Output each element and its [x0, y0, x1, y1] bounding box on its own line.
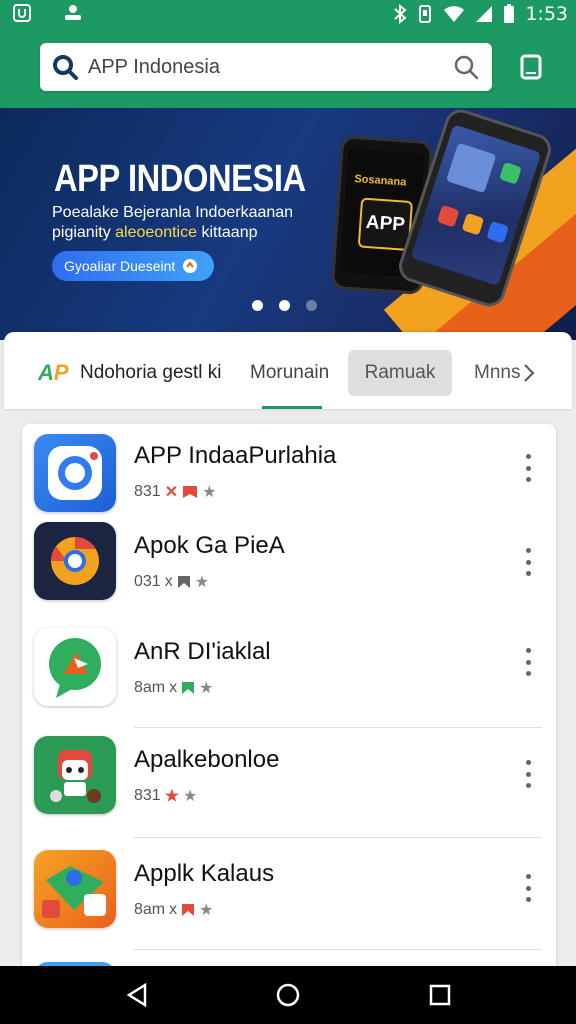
phone-screen-photo — [446, 142, 497, 194]
app-rating-count: 031 — [134, 573, 161, 590]
app-name: Applk Kalaus — [134, 860, 275, 887]
tab-morunain[interactable]: Morunain — [250, 362, 329, 384]
app-name: Apalkebonloe — [134, 746, 280, 773]
close-icon: ✕ — [164, 484, 179, 501]
chat-app-icon — [34, 628, 116, 706]
star-icon: ★ — [199, 680, 214, 697]
flag-icon — [183, 486, 198, 498]
app-name: AnR DI'iaklal — [134, 638, 271, 665]
hand-pointer-icon — [183, 259, 198, 273]
app-rating-count: 8am — [134, 679, 166, 696]
overflow-menu-icon[interactable] — [524, 548, 532, 576]
tab-more[interactable]: Mnns — [474, 362, 536, 384]
app-name: APP IndaaPurlahia — [134, 442, 337, 469]
banner-subtitle-2: pigianity aleoeontice kittaanp — [52, 224, 258, 242]
search-icon — [53, 55, 78, 80]
phone-app-tile — [486, 220, 509, 244]
phone-app-tile — [461, 212, 485, 236]
search-query: APP Indonesia — [88, 55, 220, 78]
phone-app-tile — [499, 161, 522, 185]
home-icon[interactable] — [275, 982, 301, 1008]
tab-more-label: Mnns — [474, 362, 521, 383]
carousel-dot-active[interactable] — [279, 300, 290, 311]
app-meta: 031 x ★ — [134, 572, 209, 592]
banner-phone-brand: Sosanana — [354, 173, 407, 189]
download-notification-icon — [65, 5, 81, 20]
app-rating-count: 831 — [134, 483, 161, 500]
wifi-icon — [444, 6, 465, 22]
flag-icon — [182, 904, 195, 916]
banner-subtitle-prefix: pigianity — [52, 224, 111, 241]
camera-app-icon — [34, 434, 116, 512]
list-item[interactable]: Apalkebonloe 831 ★ ★ — [22, 728, 556, 838]
battery-icon — [504, 4, 515, 23]
banner-cta-button[interactable]: Gyoaliar Dueseint — [52, 251, 214, 281]
search-submit-icon[interactable] — [452, 53, 480, 81]
star-icon: ★ — [194, 574, 210, 591]
divider — [134, 949, 542, 950]
star-icon: ★ — [199, 902, 214, 919]
recents-icon[interactable] — [427, 982, 453, 1008]
system-nav-bar — [0, 966, 576, 1024]
star-red-icon: ★ — [164, 788, 180, 805]
logo-letter-a: A — [38, 360, 54, 385]
bookmark-icon — [182, 682, 195, 694]
app-meta: 8am x ★ — [134, 900, 213, 920]
bookmark-icon — [177, 576, 190, 588]
banner-cta-label: Gyoaliar Dueseint — [64, 258, 176, 274]
status-bar: 1:53 — [0, 0, 576, 28]
overflow-menu-icon[interactable] — [524, 648, 532, 676]
star-icon: ★ — [202, 484, 217, 501]
tab-home[interactable]: Ndohoria gestl ki — [80, 362, 222, 384]
overflow-menu-icon[interactable] — [524, 874, 532, 902]
carousel-indicator — [252, 300, 317, 311]
list-item[interactable]: AnR DI'iaklal 8am x ★ — [22, 618, 556, 728]
close-icon: x — [169, 901, 178, 918]
promo-banner[interactable]: APP INDONESIA Poealake Bejeranla Indoerk… — [0, 108, 576, 340]
app-meta: 831 ★ ★ — [134, 786, 197, 806]
tab-indicator — [262, 406, 322, 409]
bluetooth-icon — [394, 4, 407, 24]
tab-ramuak[interactable]: Ramuak — [348, 350, 452, 396]
banner-subtitle-suffix: kittaanp — [201, 224, 258, 241]
close-icon: x — [169, 679, 178, 696]
phone-app-tile — [436, 204, 460, 228]
category-tabs: AP Ndohoria gestl ki Morunain Ramuak Mnn… — [4, 332, 572, 410]
vibrate-icon — [419, 5, 432, 23]
carousel-dot[interactable] — [306, 300, 317, 311]
banner-title: APP INDONESIA — [54, 158, 306, 200]
list-item[interactable]: Applk Kalaus 8am x ★ — [22, 840, 556, 950]
brand-logo: AP — [38, 360, 69, 386]
close-icon: x — [164, 573, 173, 590]
logo-letter-p: P — [53, 360, 69, 385]
search-input[interactable]: APP Indonesia — [40, 43, 492, 91]
app-meta: 8am x ★ — [134, 678, 213, 698]
clock: 1:53 — [525, 3, 568, 25]
tablet-icon[interactable] — [518, 54, 544, 80]
star-icon: ★ — [183, 788, 198, 805]
list-item[interactable]: APP IndaaPurlahia 831 ✕ ★ — [22, 424, 556, 534]
back-icon[interactable] — [124, 982, 150, 1008]
list-item[interactable]: Apok Ga PieA 031 x ★ — [22, 520, 556, 630]
app-bar: APP Indonesia — [0, 28, 576, 108]
signal-icon — [476, 6, 493, 22]
map-app-icon — [34, 850, 116, 928]
overflow-menu-icon[interactable] — [524, 454, 532, 482]
banner-subtitle-highlight: aleoeontice — [115, 224, 197, 241]
game-app-icon — [34, 736, 116, 814]
app-rating-count: 8am — [134, 901, 166, 918]
banner-subtitle: Poealake Bejeranla Indoerkaanan — [52, 204, 294, 221]
notification-app-icon — [13, 4, 31, 22]
carousel-dot[interactable] — [252, 300, 263, 311]
app-list: APP IndaaPurlahia 831 ✕ ★ Apok Ga PieA 0… — [22, 424, 556, 984]
overflow-menu-icon[interactable] — [524, 760, 532, 788]
app-meta: 831 ✕ ★ — [134, 482, 216, 502]
browser-app-icon — [34, 522, 116, 600]
app-name: Apok Ga PieA — [134, 532, 285, 559]
app-rating-count: 831 — [134, 787, 161, 804]
divider — [134, 837, 542, 838]
chevron-right-icon — [524, 364, 535, 382]
tab-ramuak-label: Ramuak — [364, 362, 436, 383]
